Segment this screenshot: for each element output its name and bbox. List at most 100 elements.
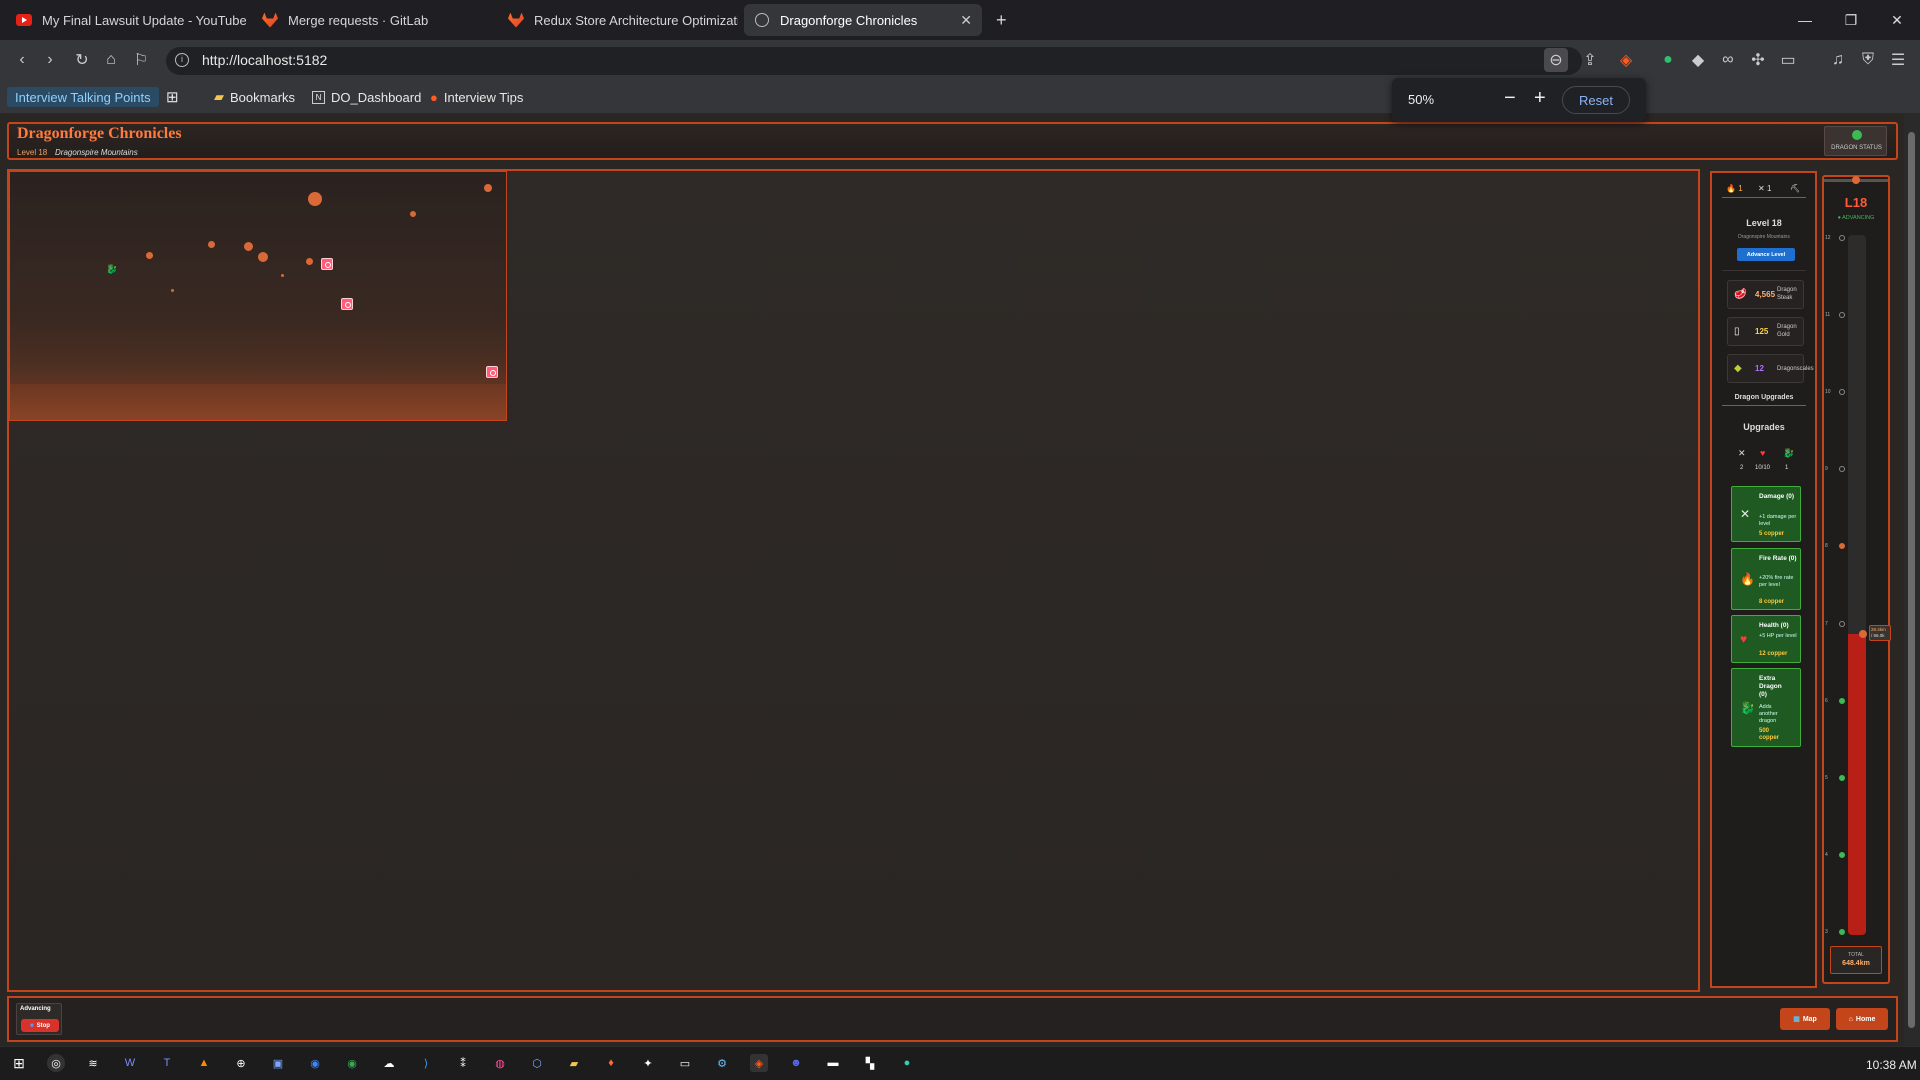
enemy-icon xyxy=(341,298,353,310)
tab-label: Redux Store Architecture Optimizatio xyxy=(534,12,738,28)
share-icon[interactable]: ⇪ xyxy=(1578,48,1602,72)
app-icon[interactable]: ⁑ xyxy=(454,1054,472,1072)
app-icon[interactable]: ◎ xyxy=(47,1054,65,1072)
media-icon[interactable]: ♫ xyxy=(1826,48,1850,72)
resource-name: Dragonscales xyxy=(1777,366,1814,372)
tab-label: My Final Lawsuit Update - YouTube xyxy=(42,12,246,28)
bookmark-folder-bookmarks[interactable]: ▰ Bookmarks xyxy=(214,87,295,107)
chrome-icon[interactable]: ◉ xyxy=(343,1054,361,1072)
address-bar[interactable] xyxy=(166,47,1582,75)
bookmark-interview-talking-points[interactable]: Interview Talking Points xyxy=(7,87,159,107)
home-button[interactable]: ⌂ Home xyxy=(1836,1008,1888,1030)
menu-icon[interactable]: ☰ xyxy=(1886,48,1910,72)
zoom-in-button[interactable]: + xyxy=(1534,88,1546,108)
advance-level-button[interactable]: Advance Level xyxy=(1737,248,1795,261)
extension-glasses-icon[interactable]: ∞ xyxy=(1716,48,1740,72)
app-icon[interactable]: ♦ xyxy=(602,1054,620,1072)
app-icon[interactable]: ▚ xyxy=(861,1054,879,1072)
drag-handle[interactable] xyxy=(950,996,964,998)
scroll-thumb[interactable] xyxy=(1908,132,1915,1028)
fireball xyxy=(308,192,322,206)
forward-icon[interactable]: › xyxy=(38,48,62,72)
upgrade-extra-dragon-button[interactable]: 🐉 Extra Dragon (0) Adds another dragon 5… xyxy=(1731,668,1801,747)
app-icon[interactable]: ≋ xyxy=(84,1054,102,1072)
app-icon[interactable]: T xyxy=(158,1054,176,1072)
app-icon[interactable]: ▬ xyxy=(824,1054,842,1072)
home-icon: ⌂ xyxy=(1848,1015,1853,1023)
fire-icon: 🔥 xyxy=(1740,572,1755,586)
tab-label: Dragonforge Chronicles xyxy=(780,12,918,28)
upgrade-desc: +5 HP per level xyxy=(1759,633,1797,639)
tab-youtube[interactable]: My Final Lawsuit Update - YouTube xyxy=(6,4,246,36)
apps-grid-icon[interactable]: ⊞ xyxy=(166,87,179,107)
progress-tick-label: 3 xyxy=(1825,929,1828,935)
restore-icon[interactable]: ❐ xyxy=(1828,0,1874,40)
steam-icon[interactable]: ⚙ xyxy=(713,1054,731,1072)
resource-name: Dragon Steak xyxy=(1777,287,1797,301)
upgrade-fire-rate-button[interactable]: 🔥 Fire Rate (0) +20% fire rate per level… xyxy=(1731,548,1801,610)
map-button[interactable]: ▦ Map xyxy=(1780,1008,1830,1030)
zoom-out-button[interactable]: − xyxy=(1504,88,1516,108)
new-tab-button[interactable]: + xyxy=(992,4,1016,36)
enemy-icon xyxy=(486,366,498,378)
globe-icon xyxy=(754,12,770,28)
panel-level-heading: Level 18 xyxy=(1746,218,1782,228)
swords-icon: ✕ xyxy=(1740,507,1751,521)
status-indicator-icon xyxy=(1852,130,1862,140)
site-info-icon[interactable]: i xyxy=(175,53,189,67)
zoom-reset-button[interactable]: Reset xyxy=(1562,86,1630,114)
vlc-icon[interactable]: ▲ xyxy=(195,1054,213,1072)
dragon-icon: 🐉 xyxy=(1740,700,1755,715)
app-icon[interactable]: ▣ xyxy=(269,1054,287,1072)
minimize-icon[interactable]: — xyxy=(1782,0,1828,40)
url-text: http://localhost:5182 xyxy=(202,52,328,68)
upgrade-desc: +1 damage per level xyxy=(1759,514,1797,527)
bookmark-interview-tips[interactable]: ● Interview Tips xyxy=(430,87,523,107)
home-icon[interactable]: ⌂ xyxy=(99,48,123,72)
dragon-status[interactable]: DRAGON STATUS xyxy=(1824,126,1887,156)
bottom-bar xyxy=(7,996,1898,1042)
app-icon[interactable]: ⬡ xyxy=(528,1054,546,1072)
tab-redux-store[interactable]: Redux Store Architecture Optimizatio xyxy=(498,4,738,36)
fireball xyxy=(146,252,153,259)
reload-icon[interactable]: ↻ xyxy=(70,48,94,72)
stop-button[interactable]: ■ Stop xyxy=(21,1019,59,1032)
chrome-icon[interactable]: ◉ xyxy=(306,1054,324,1072)
extension-shield-icon[interactable]: ◆ xyxy=(1686,48,1710,72)
upgrade-damage-button[interactable]: ✕ Damage (0) +1 damage per level 5 coppe… xyxy=(1731,486,1801,542)
brave-shield-icon[interactable]: ◈ xyxy=(1614,48,1638,72)
zoom-icon[interactable]: ⊖ xyxy=(1544,48,1568,72)
progress-tick-dot xyxy=(1839,774,1845,781)
bookmark-label: Interview Tips xyxy=(443,89,524,105)
sidebar-icon[interactable]: ▭ xyxy=(1776,48,1800,72)
close-tab-icon[interactable]: ✕ xyxy=(960,12,972,29)
app-icon[interactable]: ⊕ xyxy=(232,1054,250,1072)
app-icon[interactable]: W xyxy=(121,1054,139,1072)
game-canvas[interactable]: 🐉 xyxy=(9,171,507,421)
upgrade-stat-health: 10/10 xyxy=(1755,465,1771,471)
brave-icon[interactable]: ◈ xyxy=(750,1054,768,1072)
vscode-icon[interactable]: ⟩ xyxy=(417,1054,435,1072)
bookmark-icon[interactable]: ⚐ xyxy=(129,48,153,72)
tab-gitlab-merge-requests[interactable]: Merge requests · GitLab xyxy=(252,4,492,36)
upgrade-health-button[interactable]: ♥ Health (0) +5 HP per level 12 copper xyxy=(1731,615,1801,663)
vpn-icon[interactable]: ⛨ xyxy=(1856,48,1880,72)
bookmark-do-dashboard[interactable]: N DO_Dashboard xyxy=(312,87,421,107)
app-icon[interactable]: ☁ xyxy=(380,1054,398,1072)
back-icon[interactable]: ‹ xyxy=(10,48,34,72)
extensions-icon[interactable]: ✣ xyxy=(1746,48,1770,72)
close-window-icon[interactable]: ✕ xyxy=(1874,0,1920,40)
divider xyxy=(1722,270,1806,271)
app-icon[interactable]: ● xyxy=(898,1054,916,1072)
app-icon[interactable]: ✦ xyxy=(639,1054,657,1072)
swords-icon: ✕ xyxy=(1738,448,1746,458)
start-icon[interactable]: ⊞ xyxy=(10,1054,28,1072)
terminal-icon[interactable]: ▭ xyxy=(676,1054,694,1072)
upgrade-cost: 5 copper xyxy=(1759,531,1785,537)
divider xyxy=(1722,405,1806,406)
file-explorer-icon[interactable]: ▰ xyxy=(565,1054,583,1072)
extension-grammarly-icon[interactable]: ● xyxy=(1656,48,1680,72)
tab-dragonforge[interactable]: Dragonforge Chronicles ✕ xyxy=(744,4,982,36)
discord-icon[interactable]: ☻ xyxy=(787,1054,805,1072)
app-icon[interactable]: ◍ xyxy=(491,1054,509,1072)
